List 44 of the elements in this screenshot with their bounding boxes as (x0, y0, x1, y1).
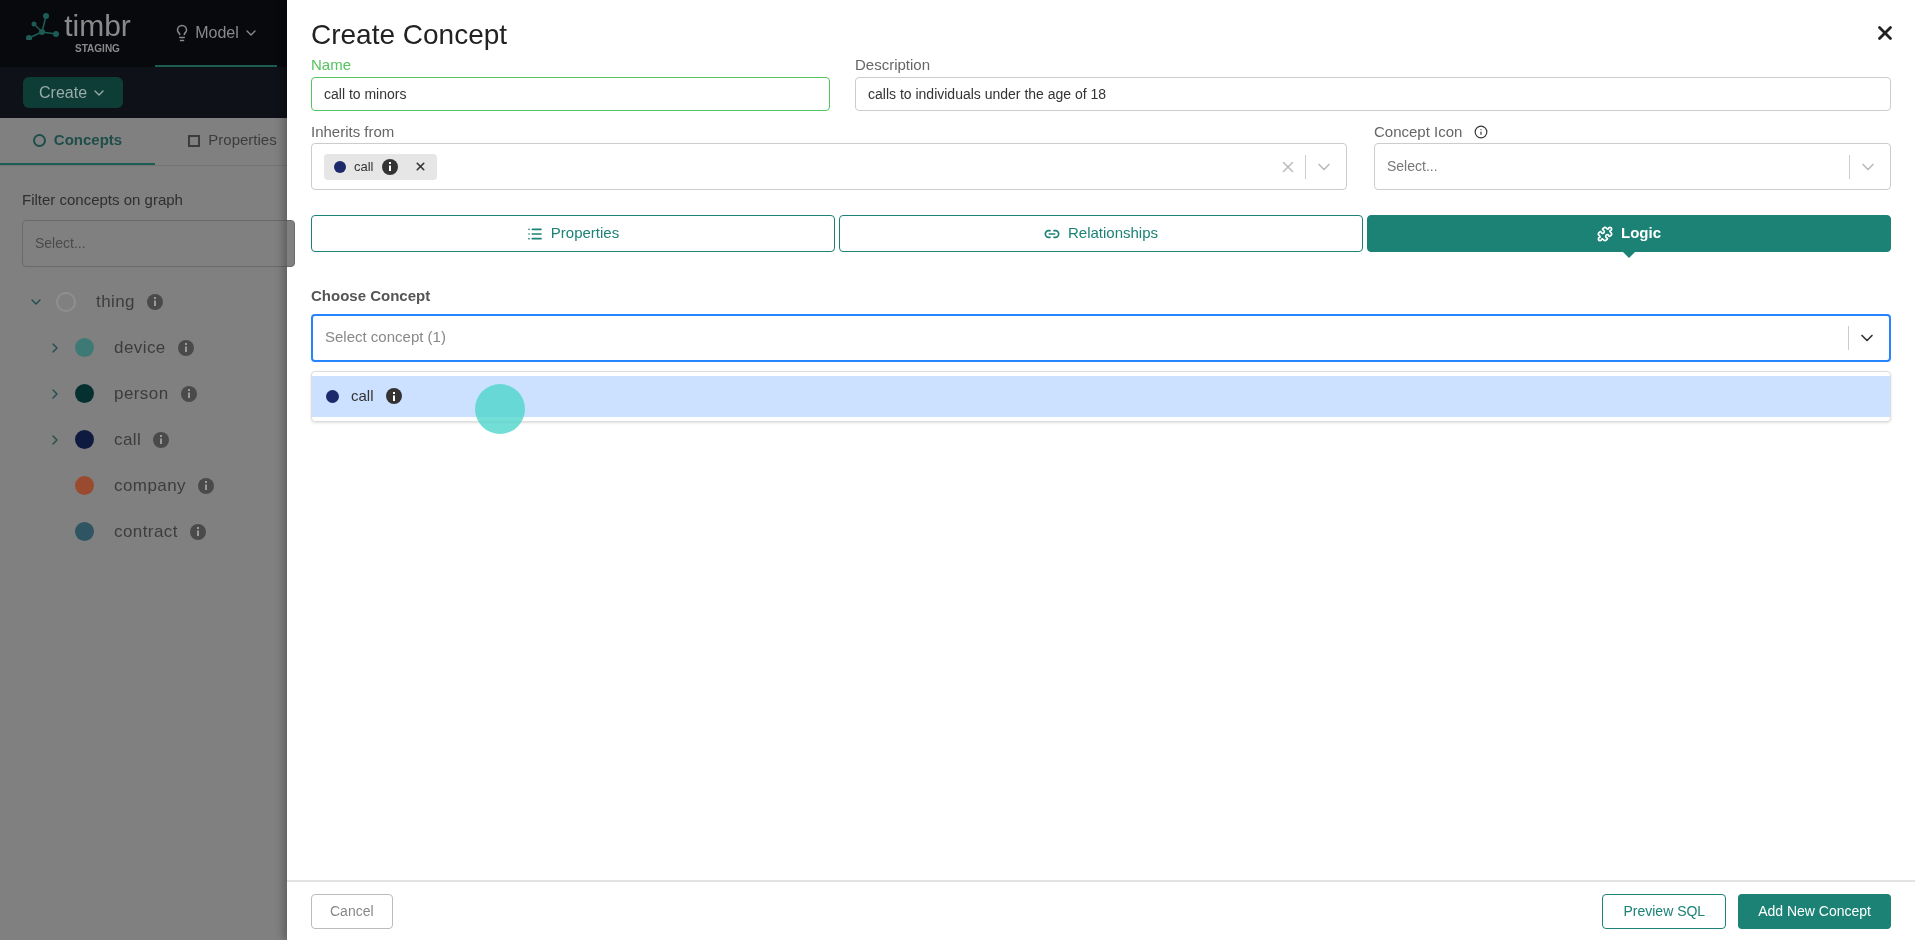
name-field[interactable]: call to minors (311, 76, 830, 111)
square-icon (188, 134, 201, 147)
inherits-select[interactable]: call (311, 143, 1347, 190)
concept-label[interactable]: thing (96, 288, 135, 315)
info-icon (189, 523, 206, 540)
section-tab[interactable]: Properties (311, 215, 835, 252)
pointer-icon (1622, 251, 1636, 258)
info-icon (385, 388, 402, 404)
concept-label[interactable]: person (114, 380, 169, 407)
concept-icon-select[interactable]: Select... (1374, 143, 1891, 190)
field-label: Description (855, 55, 932, 75)
sidebar-tab[interactable]: Concepts (0, 118, 155, 165)
create-button[interactable]: Create (23, 77, 124, 108)
info-icon (197, 477, 214, 494)
remove-icon[interactable] (413, 160, 427, 173)
logo-text: timbr (64, 11, 131, 41)
puzzle-icon (1597, 225, 1613, 242)
logo-icon (24, 12, 61, 40)
info-icon (177, 339, 194, 356)
description-field[interactable]: calls to individuals under the age of 18 (855, 76, 1891, 111)
info-icon (381, 158, 398, 175)
info-icon (1474, 124, 1489, 139)
concept-label[interactable]: device (114, 334, 166, 361)
concept-option[interactable]: call (312, 375, 1890, 417)
field-label: Name (311, 55, 352, 75)
section-tab[interactable]: Relationships (839, 215, 1363, 252)
concept-select[interactable]: Select concept (1) (311, 313, 1891, 362)
concept-label[interactable]: contract (114, 518, 178, 545)
concept-tag: call (324, 153, 437, 180)
cancel-button[interactable]: Cancel (311, 893, 393, 929)
field-label: Concept Icon (1374, 121, 1463, 142)
field-label: Inherits from (311, 121, 396, 142)
filter-label: Filter concepts on graph (22, 190, 184, 210)
environment-label: STAGING (75, 42, 120, 56)
sidebar-tab[interactable]: Properties (155, 118, 310, 165)
info-icon (147, 293, 163, 310)
concept-label[interactable]: call (114, 426, 142, 453)
dialog-title: Create Concept (311, 18, 508, 52)
info-icon (153, 431, 170, 448)
info-icon (180, 385, 197, 402)
concept-label[interactable]: company (114, 472, 186, 499)
field-label: Choose Concept (311, 286, 432, 306)
preview-sql-button[interactable]: Preview SQL (1602, 893, 1727, 929)
add-concept-button[interactable]: Add New Concept (1738, 893, 1891, 929)
